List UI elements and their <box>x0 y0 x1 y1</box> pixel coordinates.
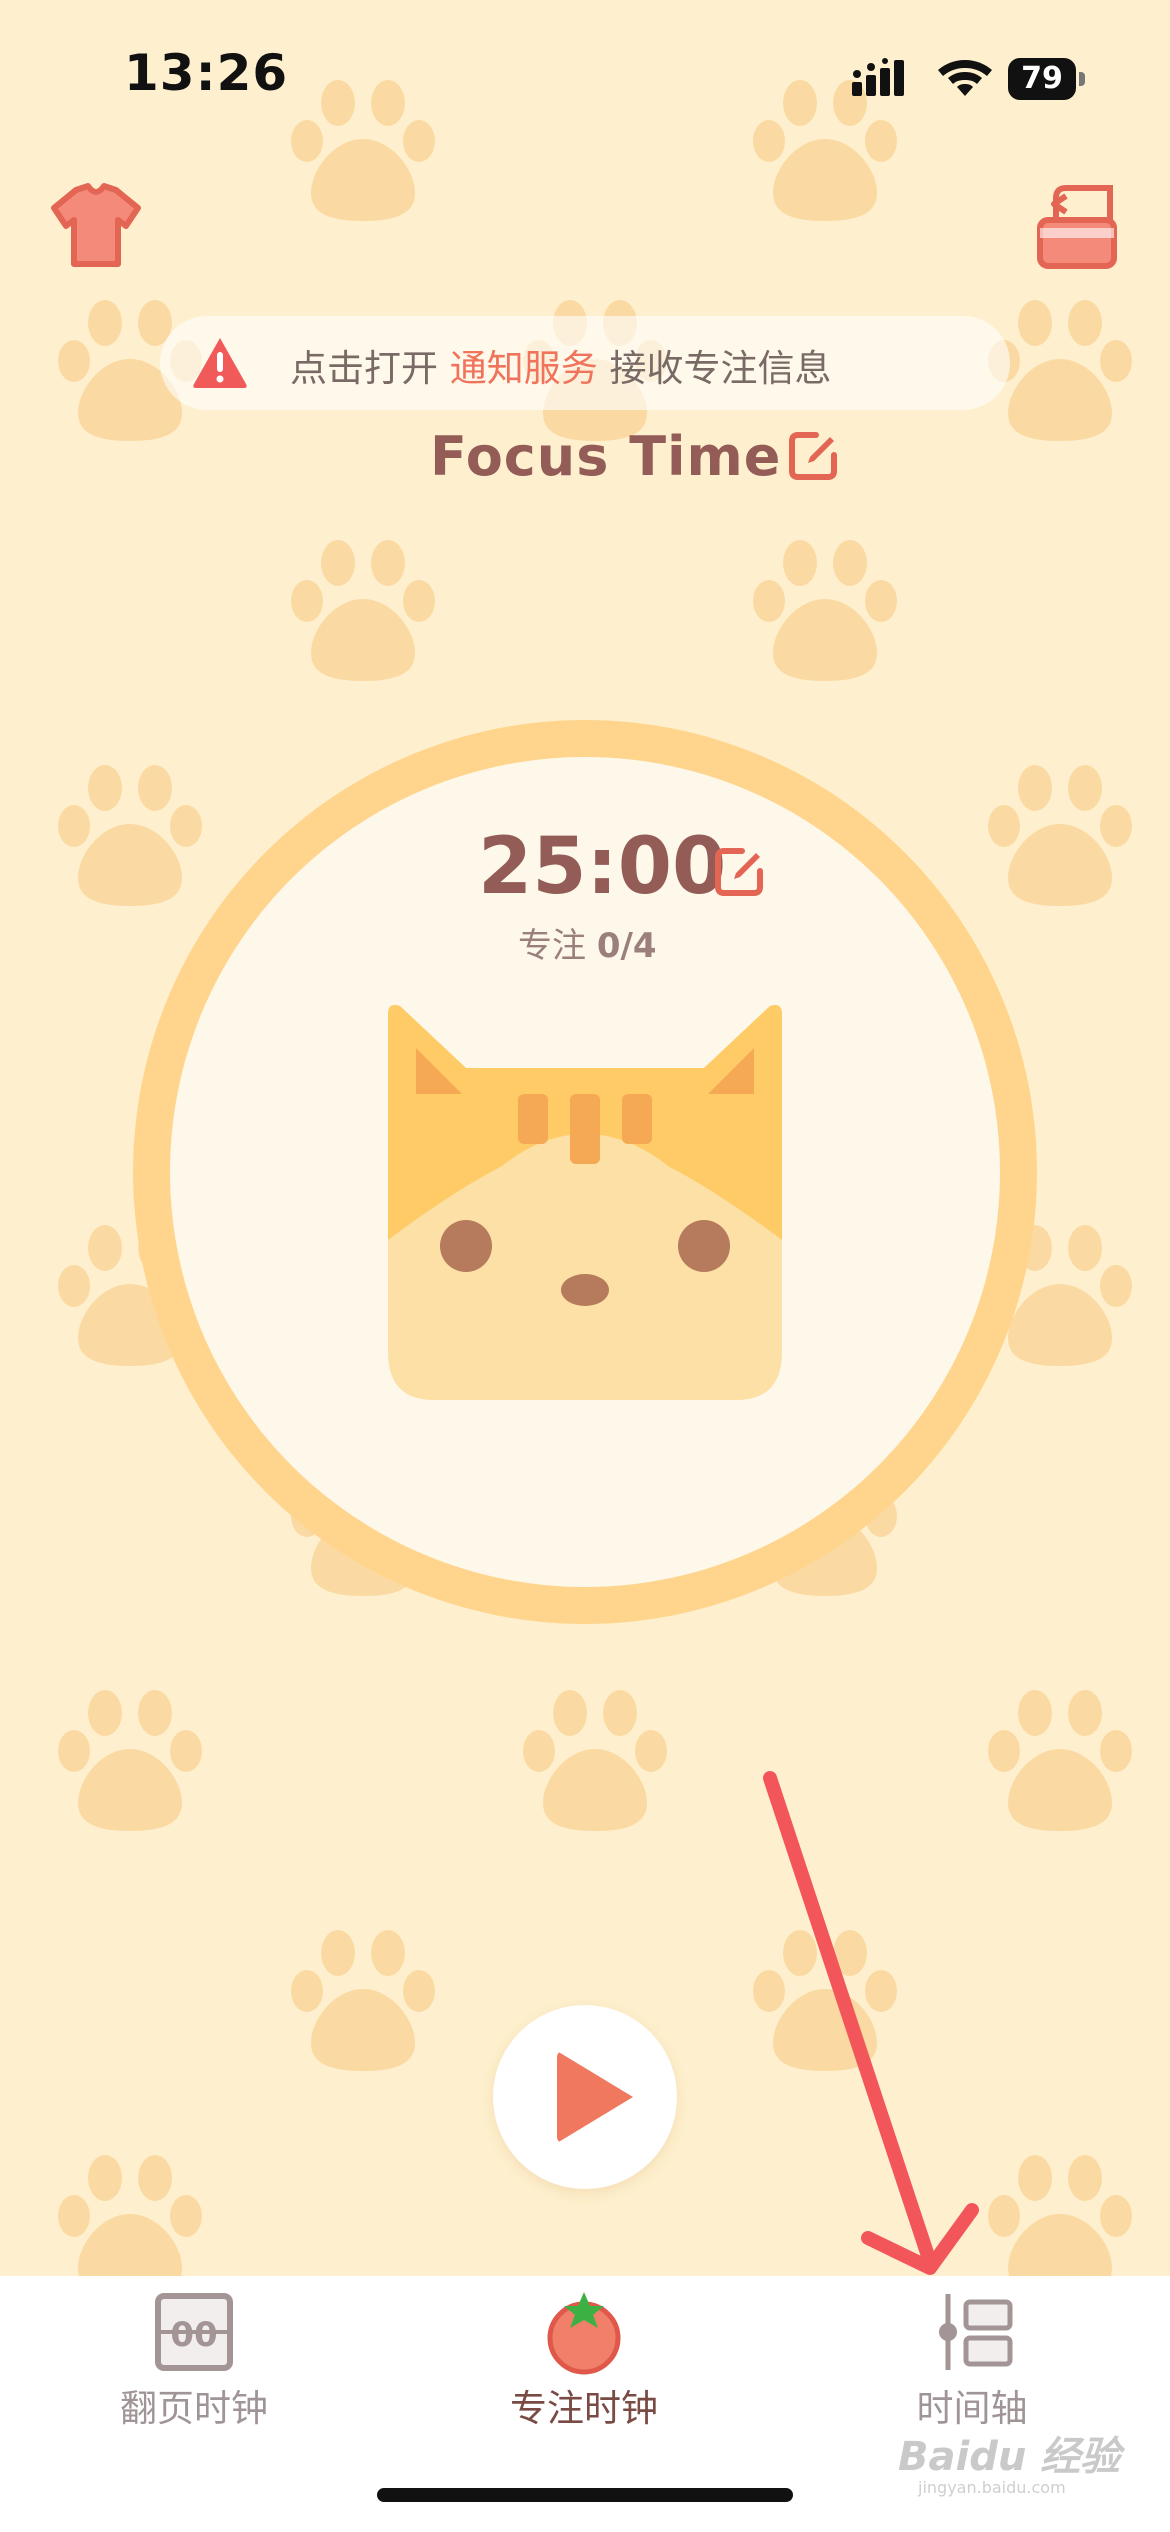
status-time: 13:26 <box>124 44 289 102</box>
battery-level: 79 <box>1008 58 1076 100</box>
tshirt-icon <box>51 183 141 267</box>
tab-focus-clock[interactable]: 专注时钟 <box>454 2276 714 2476</box>
status-bar: 13:26 79 <box>0 0 1170 150</box>
watermark: Baidu 经验 <box>898 2434 1121 2480</box>
wifi-icon <box>936 54 994 98</box>
signal-icon <box>852 58 916 100</box>
paw-icon <box>745 1925 905 2075</box>
banner-text-before: 点击打开 <box>290 347 438 390</box>
rotate-lock-icon <box>1037 185 1117 269</box>
paw-icon <box>283 535 443 685</box>
task-title[interactable]: Focus Time <box>430 425 781 488</box>
play-icon <box>557 2051 633 2143</box>
tab-label: 专注时钟 <box>510 2387 658 2430</box>
paw-icon <box>283 1925 443 2075</box>
paw-icon <box>50 760 210 910</box>
svg-text:00: 00 <box>170 2315 217 2355</box>
tomato-icon <box>540 2288 628 2376</box>
play-button[interactable] <box>493 2005 677 2189</box>
edit-icon[interactable] <box>712 845 766 899</box>
focus-label: 专注 <box>518 926 586 966</box>
paw-icon <box>980 1685 1140 1835</box>
notification-service-link[interactable]: 通知服务 <box>450 347 598 390</box>
notification-banner[interactable]: 点击打开 通知服务 接收专注信息 <box>160 316 1010 410</box>
cat-face-image <box>388 1002 782 1406</box>
watermark-url: jingyan.baidu.com <box>918 2478 1066 2497</box>
flip-clock-icon: 00 <box>150 2288 238 2376</box>
warning-icon <box>193 338 247 388</box>
paw-icon <box>515 1685 675 1835</box>
battery-cap <box>1079 72 1085 86</box>
tab-label: 翻页时钟 <box>120 2387 268 2430</box>
home-indicator[interactable] <box>377 2488 793 2502</box>
theme-button[interactable] <box>46 176 146 276</box>
tab-flip-clock[interactable]: 00 翻页时钟 <box>64 2276 324 2476</box>
banner-text-after: 接收专注信息 <box>609 347 832 390</box>
timeline-icon <box>928 2288 1016 2376</box>
paw-icon <box>50 1685 210 1835</box>
banner-message: 点击打开 通知服务 接收专注信息 <box>290 338 832 392</box>
paw-icon <box>980 760 1140 910</box>
focus-count: 专注 0/4 <box>518 918 657 967</box>
edit-icon[interactable] <box>786 429 840 483</box>
paw-icon <box>745 535 905 685</box>
focus-progress: 0/4 <box>596 926 657 966</box>
rotate-lock-button[interactable] <box>1026 176 1126 276</box>
battery-icon: 79 <box>1008 58 1088 100</box>
timer-value[interactable]: 25:00 <box>478 822 726 912</box>
